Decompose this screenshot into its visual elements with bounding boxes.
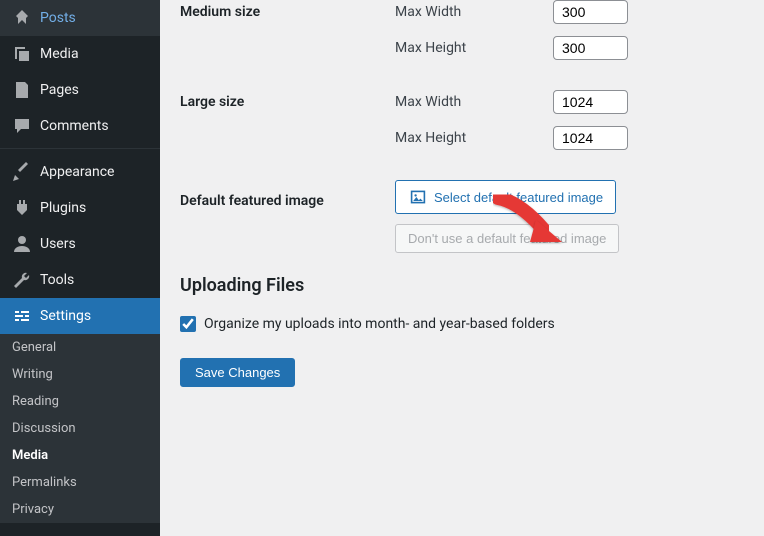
pin-icon: [12, 8, 32, 28]
large-maxw-label: Max Width: [395, 94, 543, 110]
menu-label: Comments: [40, 118, 109, 134]
sidebar-item-settings[interactable]: Settings: [0, 298, 160, 334]
appearance-icon: [12, 162, 32, 182]
sidebar-item-tools[interactable]: Tools: [0, 262, 160, 298]
organize-uploads-row: Organize my uploads into month- and year…: [180, 316, 744, 332]
menu-label: Pages: [40, 82, 79, 98]
select-default-featured-image-button[interactable]: Select default featured image: [395, 180, 616, 214]
medium-max-height-input[interactable]: [553, 36, 628, 60]
default-featured-image-row: Default featured image Select default fe…: [180, 180, 744, 253]
submenu-writing[interactable]: Writing: [0, 361, 160, 388]
settings-submenu: General Writing Reading Discussion Media…: [0, 334, 160, 523]
menu-separator: [0, 144, 160, 149]
settings-icon: [12, 306, 32, 326]
submenu-discussion[interactable]: Discussion: [0, 415, 160, 442]
admin-sidebar: Posts Media Pages Comments Appearance Pl…: [0, 0, 160, 536]
medium-size-row: Medium size Max Width Max Height: [180, 0, 744, 72]
uploading-files-heading: Uploading Files: [180, 275, 744, 296]
remove-default-featured-image-button[interactable]: Don't use a default featured image: [395, 224, 619, 253]
sidebar-item-users[interactable]: Users: [0, 226, 160, 262]
sidebar-item-media[interactable]: Media: [0, 36, 160, 72]
sidebar-item-appearance[interactable]: Appearance: [0, 154, 160, 190]
medium-max-width-input[interactable]: [553, 0, 628, 24]
media-icon: [12, 44, 32, 64]
large-size-label: Large size: [180, 94, 395, 110]
menu-label: Posts: [40, 10, 76, 26]
pages-icon: [12, 80, 32, 100]
menu-label: Tools: [40, 272, 74, 288]
dfi-label: Default featured image: [180, 193, 395, 209]
large-maxh-label: Max Height: [395, 130, 543, 146]
comments-icon: [12, 116, 32, 136]
select-dfi-label: Select default featured image: [434, 190, 603, 205]
tools-icon: [12, 270, 32, 290]
remove-dfi-label: Don't use a default featured image: [408, 231, 606, 246]
submenu-privacy[interactable]: Privacy: [0, 496, 160, 523]
organize-uploads-label: Organize my uploads into month- and year…: [204, 316, 555, 332]
submenu-media[interactable]: Media: [0, 442, 160, 469]
medium-maxw-label: Max Width: [395, 4, 543, 20]
large-max-width-input[interactable]: [553, 90, 628, 114]
menu-label: Plugins: [40, 200, 86, 216]
menu-label: Appearance: [40, 164, 114, 180]
medium-maxh-label: Max Height: [395, 40, 543, 56]
large-max-height-input[interactable]: [553, 126, 628, 150]
sidebar-item-posts[interactable]: Posts: [0, 0, 160, 36]
submenu-general[interactable]: General: [0, 334, 160, 361]
users-icon: [12, 234, 32, 254]
submenu-permalinks[interactable]: Permalinks: [0, 469, 160, 496]
save-changes-button[interactable]: Save Changes: [180, 358, 295, 387]
sidebar-item-pages[interactable]: Pages: [0, 72, 160, 108]
menu-label: Media: [40, 46, 79, 62]
sidebar-item-comments[interactable]: Comments: [0, 108, 160, 144]
medium-size-label: Medium size: [180, 4, 395, 20]
settings-content: Medium size Max Width Max Height Large s…: [160, 0, 764, 536]
submenu-reading[interactable]: Reading: [0, 388, 160, 415]
plugins-icon: [12, 198, 32, 218]
menu-label: Users: [40, 236, 76, 252]
image-icon: [408, 187, 428, 207]
sidebar-item-plugins[interactable]: Plugins: [0, 190, 160, 226]
organize-uploads-checkbox[interactable]: [180, 316, 196, 332]
large-size-row: Large size Max Width Max Height: [180, 90, 744, 162]
menu-label: Settings: [40, 308, 91, 324]
